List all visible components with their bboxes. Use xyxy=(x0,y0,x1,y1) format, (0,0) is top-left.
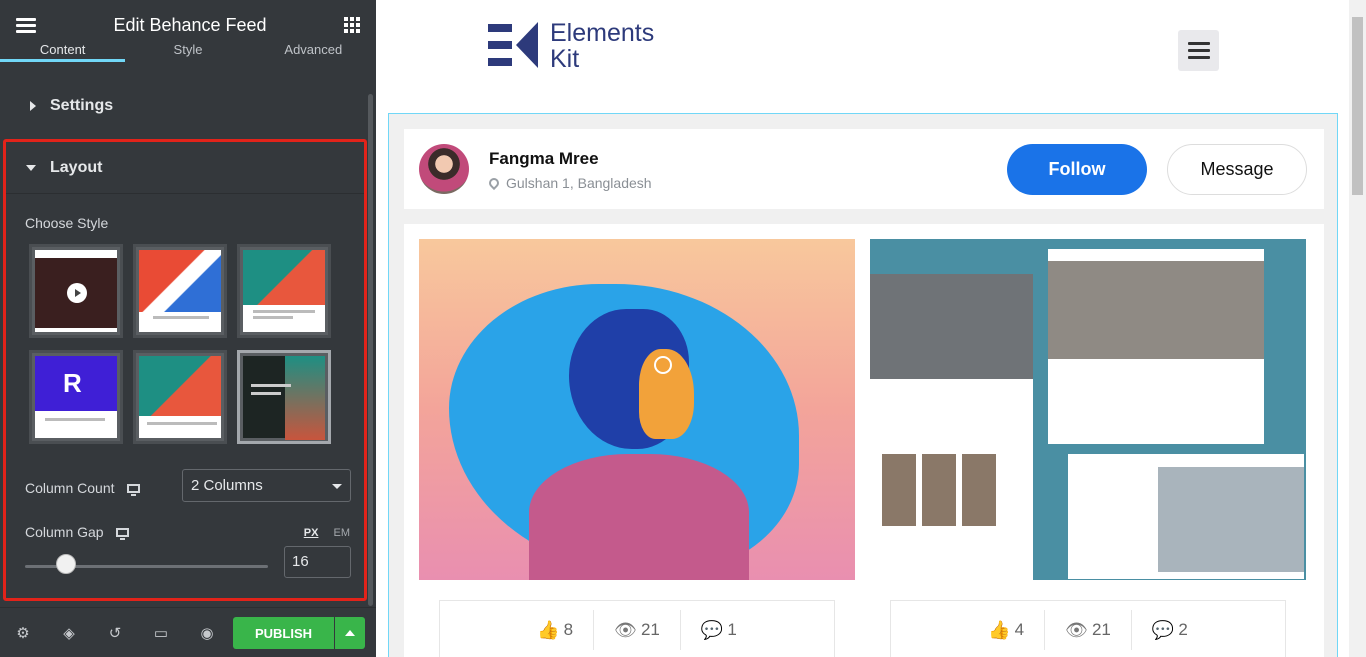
eye-icon: 👁 xyxy=(614,619,637,640)
tab-content[interactable]: Content xyxy=(0,42,126,62)
views-stat: 👁 21 xyxy=(1045,620,1131,641)
column-gap-label: Column Gap xyxy=(25,524,104,540)
chevron-down-icon xyxy=(332,484,342,489)
project-image[interactable] xyxy=(419,239,855,580)
column-count-row: Column Count xyxy=(25,480,140,496)
views-count: 21 xyxy=(1091,620,1111,639)
comment-icon: 💬 xyxy=(1151,619,1175,640)
style-option-6-selected[interactable] xyxy=(237,350,331,444)
site-menu-button[interactable] xyxy=(1178,30,1219,71)
style-option-3[interactable] xyxy=(237,244,331,338)
settings-gear-icon[interactable]: ⚙ xyxy=(0,624,46,642)
layout-section: Layout Choose Style R Column Count 2 Col… xyxy=(3,139,367,601)
behance-feed-widget[interactable]: Fangma Mree Gulshan 1, Bangladesh Follow… xyxy=(388,113,1338,657)
logo-text: Elements Kit xyxy=(550,20,654,72)
tab-advanced[interactable]: Advanced xyxy=(251,42,376,62)
style-thumbnails: R xyxy=(29,244,331,444)
comments-stat: 💬 2 xyxy=(1132,620,1208,641)
history-icon[interactable]: ↺ xyxy=(92,624,138,642)
project-stats: 👍 8 👁 21 💬 1 xyxy=(439,600,835,657)
desktop-icon[interactable] xyxy=(115,527,129,540)
panel-footer: ⚙ ◈ ↺ ▭ ◉ PUBLISH xyxy=(0,607,376,657)
profile-name: Fangma Mree xyxy=(489,149,599,168)
desktop-icon[interactable] xyxy=(126,483,140,496)
page-preview: Elements Kit Fangma Mree Gulshan 1, Bang… xyxy=(376,0,1366,657)
publish-button[interactable]: PUBLISH xyxy=(233,617,334,649)
publish-options-button[interactable] xyxy=(335,617,365,649)
project-image[interactable] xyxy=(870,239,1306,580)
column-count-select[interactable]: 2 Columns xyxy=(182,469,351,502)
column-gap-slider-handle[interactable] xyxy=(56,554,76,574)
style-option-1[interactable] xyxy=(29,244,123,338)
profile-header: Fangma Mree Gulshan 1, Bangladesh Follow… xyxy=(404,129,1324,209)
elementskit-logo-icon xyxy=(488,20,542,72)
thumbs-up-icon: 👍 xyxy=(988,619,1011,640)
comment-icon: 💬 xyxy=(700,619,724,640)
navigator-layers-icon[interactable]: ◈ xyxy=(46,624,92,642)
project-stats: 👍 4 👁 21 💬 2 xyxy=(890,600,1286,657)
hamburger-menu-icon[interactable] xyxy=(16,15,36,36)
eye-icon: 👁 xyxy=(1065,619,1088,640)
avatar xyxy=(419,144,469,194)
tab-style[interactable]: Style xyxy=(125,42,250,62)
panel-scrollbar[interactable] xyxy=(368,94,373,606)
likes-count: 8 xyxy=(563,620,574,639)
comments-stat: 💬 1 xyxy=(681,620,757,641)
project-grid: 👍 8 👁 21 💬 1 👍 4 👁 21 💬 2 xyxy=(404,224,1324,657)
column-gap-input[interactable]: 16 xyxy=(284,546,351,578)
unit-switcher: PX EM xyxy=(292,527,350,539)
message-button[interactable]: Message xyxy=(1167,144,1307,195)
choose-style-label: Choose Style xyxy=(25,215,109,231)
style-option-4[interactable]: R xyxy=(29,350,123,444)
settings-section-label: Settings xyxy=(50,97,114,114)
responsive-mode-icon[interactable]: ▭ xyxy=(138,624,184,642)
project-card[interactable]: 👍 8 👁 21 💬 1 xyxy=(419,239,855,657)
settings-section-toggle[interactable]: Settings xyxy=(0,76,376,136)
style-option-2[interactable] xyxy=(133,244,227,338)
editor-panel: Edit Behance Feed Content Style Advanced… xyxy=(0,0,376,657)
caret-down-icon xyxy=(26,164,36,171)
comments-count: 2 xyxy=(1178,620,1188,639)
views-stat: 👁 21 xyxy=(594,620,680,641)
likes-count: 4 xyxy=(1014,620,1025,639)
comments-count: 1 xyxy=(727,620,737,639)
thumbs-up-icon: 👍 xyxy=(537,619,560,640)
logo-line-1: Elements xyxy=(550,19,655,47)
page-scrollbar[interactable] xyxy=(1349,0,1366,657)
site-logo[interactable]: Elements Kit xyxy=(488,20,654,72)
layout-section-label: Layout xyxy=(50,158,103,176)
panel-tabs: Content Style Advanced xyxy=(0,42,376,62)
unit-px[interactable]: PX xyxy=(304,527,319,539)
layout-section-toggle[interactable]: Layout xyxy=(6,142,364,194)
widgets-grid-icon[interactable] xyxy=(343,17,360,33)
column-count-label: Column Count xyxy=(25,480,115,496)
logo-line-2: Kit xyxy=(550,45,580,73)
project-card[interactable]: 👍 4 👁 21 💬 2 xyxy=(870,239,1306,657)
caret-right-icon xyxy=(30,101,36,111)
panel-body: Settings Layout Choose Style R Column Co… xyxy=(0,76,376,607)
page-scrollbar-thumb[interactable] xyxy=(1352,17,1363,195)
appreciations-stat: 👍 4 xyxy=(968,620,1044,641)
follow-button[interactable]: Follow xyxy=(1007,144,1147,195)
column-gap-row: Column Gap xyxy=(25,524,129,540)
column-count-value: 2 Columns xyxy=(191,477,263,494)
preview-eye-icon[interactable]: ◉ xyxy=(184,624,230,642)
profile-location: Gulshan 1, Bangladesh xyxy=(486,175,652,191)
appreciations-stat: 👍 8 xyxy=(517,620,593,641)
profile-location-text: Gulshan 1, Bangladesh xyxy=(506,175,652,191)
views-count: 21 xyxy=(640,620,660,639)
location-pin-icon xyxy=(486,175,502,191)
style-option-5[interactable] xyxy=(133,350,227,444)
panel-title: Edit Behance Feed xyxy=(113,14,267,35)
unit-em[interactable]: EM xyxy=(334,527,351,539)
